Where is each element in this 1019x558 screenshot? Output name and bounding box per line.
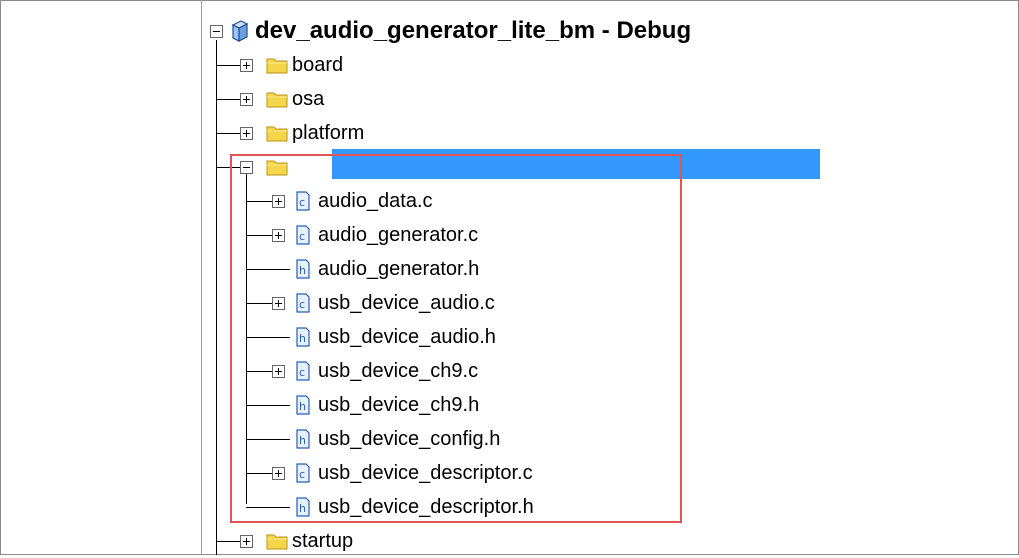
tree-root[interactable]: dev_audio_generator_lite_bm - Debug — [210, 14, 691, 48]
folder-platform[interactable]: platform — [266, 116, 364, 150]
project-cube-icon — [231, 20, 249, 42]
project-title: dev_audio_generator_lite_bm - Debug — [255, 17, 692, 44]
expand-icon[interactable] — [240, 127, 253, 140]
folder-icon — [266, 56, 288, 74]
pane-divider — [201, 0, 202, 555]
folder-icon — [266, 532, 288, 550]
folder-label: startup — [292, 529, 354, 552]
expand-icon[interactable] — [240, 535, 253, 548]
annotation-highlight-box — [230, 154, 682, 523]
folder-label: platform — [292, 121, 365, 144]
expand-icon[interactable] — [240, 93, 253, 106]
folder-osa[interactable]: osa — [266, 82, 324, 116]
folder-board[interactable]: board — [266, 48, 343, 82]
folder-label: board — [292, 53, 344, 76]
folder-startup[interactable]: startup — [266, 524, 353, 558]
tree-connector-line — [216, 40, 217, 555]
collapse-icon[interactable] — [210, 24, 223, 38]
folder-icon — [266, 90, 288, 108]
expand-icon[interactable] — [240, 59, 253, 72]
folder-label: osa — [292, 87, 325, 110]
folder-icon — [266, 124, 288, 142]
